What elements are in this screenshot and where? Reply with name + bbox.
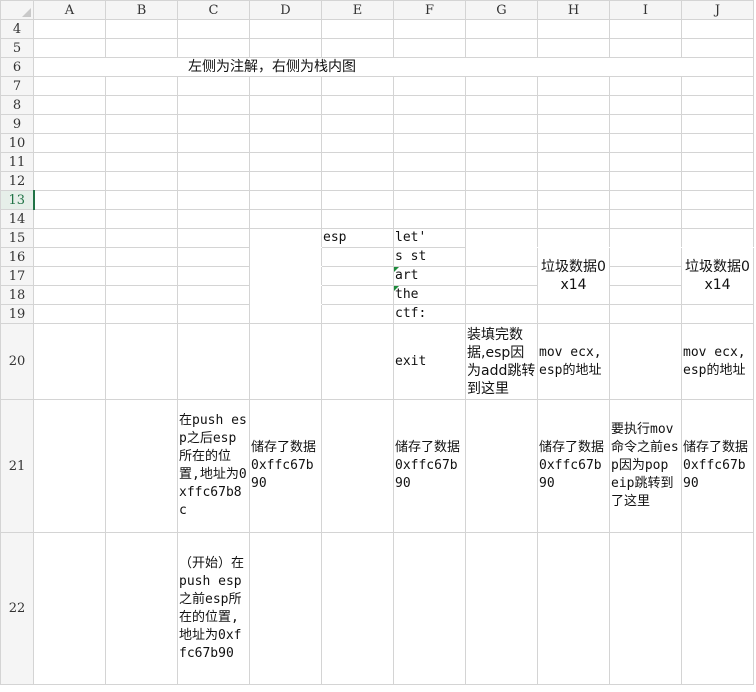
spreadsheet-grid: A B C D E F G H I J 4 5 6 左侧为注解，右侧为栈内图 7… [0, 0, 756, 692]
column-header-f[interactable]: F [393, 0, 466, 20]
row-header-10[interactable]: 10 [0, 133, 34, 153]
row-header-15[interactable]: 15 [0, 228, 34, 248]
cell-c22[interactable]: （开始）在push esp之前esp所在的位置,地址为0xffc67b90 [177, 532, 250, 685]
column-header-c[interactable]: C [177, 0, 250, 20]
comment-marker [394, 267, 399, 272]
row-header-14[interactable]: 14 [0, 209, 34, 229]
row-header-17[interactable]: 17 [0, 266, 34, 286]
cell-c6-note[interactable]: 左侧为注解，右侧为栈内图 [33, 57, 754, 77]
cell-j20[interactable]: mov ecx,esp的地址 [681, 323, 754, 400]
row-header-11[interactable]: 11 [0, 152, 34, 172]
row-header-19[interactable]: 19 [0, 304, 34, 324]
column-header-d[interactable]: D [249, 0, 322, 20]
column-header-b[interactable]: B [105, 0, 178, 20]
row-header-22[interactable]: 22 [0, 532, 34, 685]
cell-g20[interactable]: 装填完数据,esp因为add跳转到这里 [465, 323, 538, 400]
cell-f16[interactable]: s st [393, 247, 466, 267]
cell-f20[interactable]: exit [393, 323, 466, 400]
comment-marker [394, 286, 399, 291]
cell-h16-garbage[interactable]: 垃圾数据0x14 [537, 247, 610, 305]
row-header-9[interactable]: 9 [0, 114, 34, 134]
column-header-j[interactable]: J [681, 0, 754, 20]
row-header-13-selected[interactable]: 13 [0, 190, 35, 210]
cell-f15[interactable]: let' [393, 228, 466, 248]
row-header-12[interactable]: 12 [0, 171, 34, 191]
cell-j16-garbage[interactable]: 垃圾数据0x14 [681, 247, 754, 305]
row-header-20[interactable]: 20 [0, 323, 34, 400]
cell-d21[interactable]: 储存了数据0xffc67b90 [249, 399, 322, 533]
cell-i21[interactable]: 要执行mov命令之前esp因为pop eip跳转到了这里 [609, 399, 682, 533]
column-header-h[interactable]: H [537, 0, 610, 20]
sheet-table: A B C D E F G H I J 4 5 6 左侧为注解，右侧为栈内图 7… [0, 0, 754, 685]
row-header-21[interactable]: 21 [0, 399, 34, 533]
row-header-7[interactable]: 7 [0, 76, 34, 96]
row-header-16[interactable]: 16 [0, 247, 34, 267]
row-header-8[interactable]: 8 [0, 95, 34, 115]
cell-h20[interactable]: mov ecx,esp的地址 [537, 323, 610, 400]
cell-c6-text: 左侧为注解，右侧为栈内图 [188, 59, 356, 75]
cell-h21[interactable]: 储存了数据0xffc67b90 [537, 399, 610, 533]
select-all-corner[interactable] [0, 0, 34, 20]
row-header-4[interactable]: 4 [0, 19, 34, 39]
column-header-i[interactable]: I [609, 0, 682, 20]
cell-f17[interactable]: art [393, 266, 466, 286]
row-header-6[interactable]: 6 [0, 57, 34, 77]
cell-j21[interactable]: 储存了数据0xffc67b90 [681, 399, 754, 533]
cell-f19[interactable]: ctf: [393, 304, 466, 324]
column-header-g[interactable]: G [465, 0, 538, 20]
column-header-a[interactable]: A [33, 0, 106, 20]
cell-f21[interactable]: 储存了数据0xffc67b90 [393, 399, 466, 533]
cell-c21[interactable]: 在push esp之后esp所在的位置,地址为0xffc67b8c [177, 399, 250, 533]
row-header-5[interactable]: 5 [0, 38, 34, 58]
cell-f18[interactable]: the [393, 285, 466, 305]
row-header-18[interactable]: 18 [0, 285, 34, 305]
column-header-e[interactable]: E [321, 0, 394, 20]
cell-e15[interactable]: esp [321, 228, 394, 248]
